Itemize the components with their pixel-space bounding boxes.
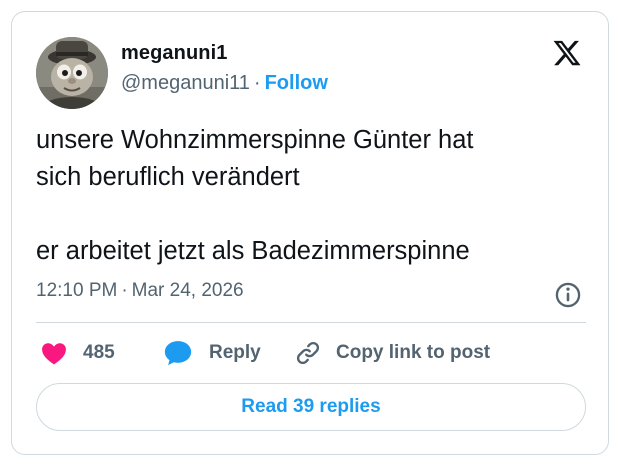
author-handle-row: @meganuni11 · Follow (121, 72, 328, 95)
read-replies-button[interactable]: Read 39 replies (36, 383, 586, 431)
divider (36, 322, 586, 323)
post-time: 12:10 PM (36, 280, 118, 301)
post-date: Mar 24, 2026 (131, 280, 244, 301)
post-actions: 485 Reply Copy link to post (36, 335, 586, 371)
embedded-post-card: meganuni1 @meganuni11 · Follow unsere Wohn… (11, 11, 609, 455)
reply-bubble-icon (164, 341, 192, 366)
author-display-name[interactable]: meganuni1 (121, 42, 227, 65)
author-handle[interactable]: @meganuni11 (121, 72, 250, 94)
post-timestamp[interactable]: 12:10 PM · Mar 24, 2026 (36, 280, 244, 302)
reply-button[interactable]: Reply (163, 335, 261, 371)
post-text-line: er arbeitet jetzt als Badezimmerspinne (36, 237, 470, 265)
like-count: 485 (83, 342, 115, 363)
copy-link-button[interactable]: Copy link to post (294, 335, 490, 371)
handle-separator: · (253, 72, 261, 94)
post-text-line: sich beruflich verändert (36, 163, 300, 191)
reply-label: Reply (209, 342, 261, 363)
post-text-line: unsere Wohnzimmerspinne Günter hat (36, 126, 474, 154)
timestamp-separator: · (121, 280, 128, 301)
post-text: unsere Wohnzimmerspinne Günter hat sich … (36, 122, 596, 270)
avatar[interactable] (36, 37, 108, 109)
link-icon (296, 341, 320, 365)
info-icon[interactable] (554, 281, 582, 309)
like-button[interactable]: 485 (41, 335, 115, 371)
copy-link-label: Copy link to post (336, 342, 491, 363)
x-logo-icon[interactable] (552, 38, 582, 68)
heart-icon (42, 343, 66, 365)
avatar-image (36, 37, 108, 109)
follow-link[interactable]: Follow (265, 72, 328, 94)
